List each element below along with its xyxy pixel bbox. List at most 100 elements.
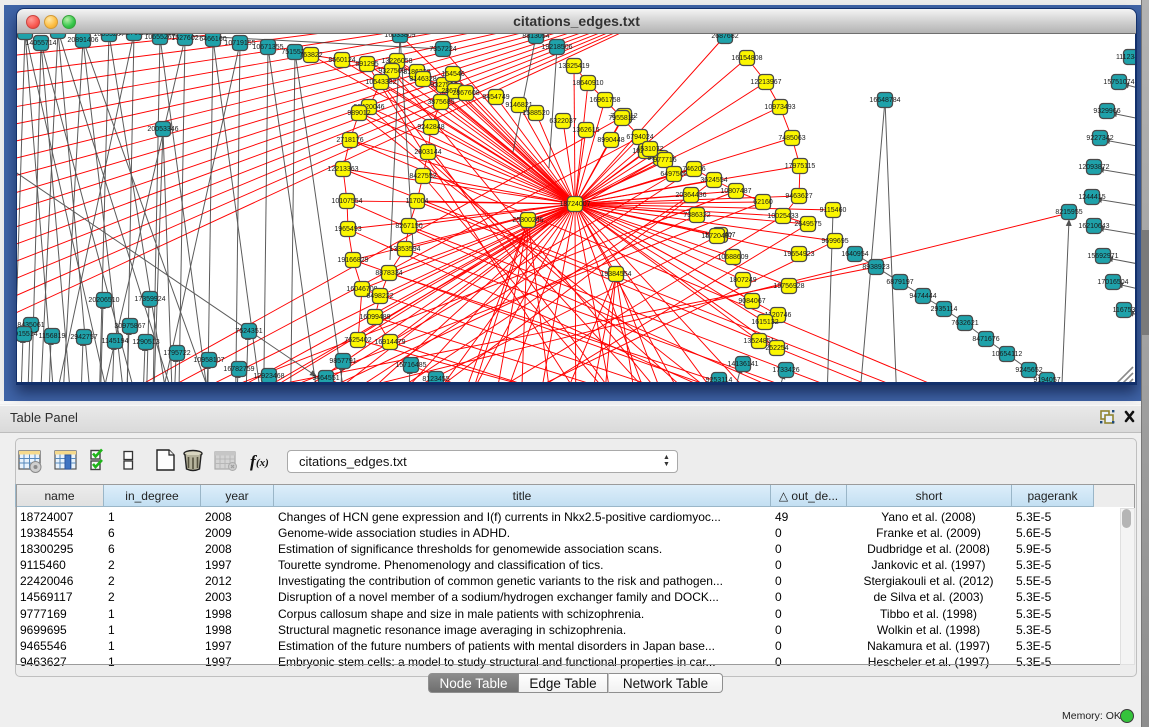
svg-text:6498222: 6498222 [366, 293, 393, 300]
svg-text:7632621: 7632621 [951, 320, 978, 327]
svg-text:8813054: 8813054 [522, 34, 549, 40]
svg-text:16648784: 16648784 [869, 97, 900, 104]
svg-text:117004: 117004 [406, 198, 429, 205]
svg-text:10107554: 10107554 [331, 198, 362, 205]
svg-text:8454749: 8454749 [482, 94, 509, 101]
svg-text:8660124: 8660124 [328, 57, 355, 64]
svg-text:8215955: 8215955 [1055, 209, 1082, 216]
svg-text:9464551: 9464551 [312, 375, 339, 382]
svg-text:2803144: 2803144 [414, 149, 441, 156]
svg-text:10688609: 10688609 [717, 254, 748, 261]
svg-text:13325419: 13325419 [558, 63, 589, 70]
svg-text:1733426: 1733426 [772, 367, 799, 374]
svg-text:10025433: 10025433 [767, 213, 798, 220]
svg-text:17359924: 17359924 [134, 296, 165, 303]
svg-text:989012: 989012 [347, 110, 370, 117]
svg-text:8878334: 8878334 [375, 270, 402, 277]
svg-text:19166829: 19166829 [337, 257, 368, 264]
svg-text:8267150: 8267150 [395, 223, 422, 230]
svg-text:11123456: 11123456 [1116, 54, 1135, 61]
svg-text:9253114: 9253114 [706, 377, 733, 382]
svg-text:9699695: 9699695 [821, 238, 848, 245]
svg-text:9329966: 9329966 [1093, 108, 1120, 115]
svg-text:1244415: 1244415 [1078, 194, 1105, 201]
svg-text:7357224: 7357224 [429, 46, 456, 53]
svg-text:8427552: 8427552 [409, 173, 436, 180]
svg-text:9474444: 9474444 [909, 293, 936, 300]
svg-text:3915514: 3915514 [17, 331, 38, 338]
svg-text:16961758: 16961758 [589, 97, 620, 104]
svg-text:2935114: 2935114 [931, 306, 958, 313]
svg-text:10654112: 10654112 [992, 351, 1023, 358]
svg-text:3875685: 3875685 [427, 99, 454, 106]
svg-text:746206: 746206 [682, 166, 705, 173]
svg-text:18640910: 18640910 [572, 80, 603, 87]
svg-text:9242848: 9242848 [417, 124, 444, 131]
svg-text:6322037: 6322037 [549, 118, 576, 125]
svg-text:2687682: 2687682 [711, 34, 738, 40]
svg-text:10719155: 10719155 [224, 40, 255, 47]
svg-text:16210643: 16210643 [1078, 223, 1109, 230]
svg-text:8123455: 8123455 [422, 376, 449, 382]
svg-text:19654923: 19654923 [783, 251, 814, 258]
svg-text:20206510: 20206510 [88, 297, 119, 304]
svg-text:6794024: 6794024 [626, 134, 653, 141]
svg-text:20991406: 20991406 [42, 34, 73, 35]
svg-text:12923468: 12923468 [253, 373, 284, 380]
svg-text:7386322: 7386322 [683, 212, 710, 219]
svg-text:4531072: 4531072 [636, 146, 663, 153]
svg-text:16099489: 16099489 [359, 314, 390, 321]
svg-text:7485063: 7485063 [778, 135, 805, 142]
svg-text:7625402: 7625402 [344, 337, 371, 344]
svg-text:6466160: 6466160 [199, 36, 226, 43]
svg-text:1290513: 1290513 [132, 339, 159, 346]
svg-text:154546: 154546 [441, 71, 464, 78]
svg-text:10973493: 10973493 [764, 104, 795, 111]
svg-text:15751074: 15751074 [1103, 79, 1134, 86]
svg-text:14055714: 14055714 [25, 40, 56, 47]
svg-text:16154808: 16154808 [731, 55, 762, 62]
svg-text:16914479: 16914479 [374, 339, 405, 346]
svg-text:12213363: 12213363 [327, 166, 358, 173]
svg-text:2649575: 2649575 [794, 221, 821, 228]
svg-text:12093872: 12093872 [1078, 164, 1109, 171]
svg-text:15720407: 15720407 [701, 233, 732, 240]
svg-text:9194057: 9194057 [1033, 377, 1060, 382]
svg-text:9084067: 9084067 [738, 298, 765, 305]
svg-text:9463627: 9463627 [785, 193, 812, 200]
svg-text:116753: 116753 [1113, 307, 1135, 314]
svg-text:9857791: 9857791 [329, 358, 356, 365]
svg-text:17016504: 17016504 [1097, 279, 1128, 286]
svg-text:9245652: 9245652 [1015, 367, 1042, 374]
svg-text:8938923: 8938923 [862, 264, 889, 271]
svg-text:14136141: 14136141 [727, 361, 758, 368]
svg-text:12213967: 12213967 [750, 79, 781, 86]
svg-text:2867608: 2867608 [452, 90, 479, 97]
svg-text:62160: 62160 [753, 199, 773, 206]
svg-text:9227342: 9227342 [1086, 135, 1113, 142]
svg-text:25300245: 25300245 [512, 217, 543, 224]
svg-text:1807249: 1807249 [729, 277, 756, 284]
svg-text:891295: 891295 [355, 61, 378, 68]
svg-text:3624554: 3624554 [700, 177, 727, 184]
svg-text:20364436: 20364436 [675, 192, 706, 199]
svg-text:19384554: 19384554 [600, 271, 631, 278]
svg-text:19218506: 19218506 [541, 44, 572, 51]
svg-text:1588520: 1588520 [522, 110, 549, 117]
svg-text:763822: 763822 [299, 52, 322, 59]
svg-text:8471676: 8471676 [972, 336, 999, 343]
svg-text:9115460: 9115460 [820, 207, 847, 214]
svg-text:20053346: 20053346 [147, 126, 178, 133]
svg-text:16033809: 16033809 [384, 34, 415, 39]
svg-text:7624351: 7624351 [235, 328, 262, 335]
svg-text:977716: 977716 [653, 157, 676, 164]
svg-text:10958107: 10958107 [193, 357, 224, 364]
svg-text:20891406: 20891406 [67, 37, 98, 44]
svg-text:10807487: 10807487 [720, 188, 751, 195]
svg-text:1362615: 1362615 [572, 127, 599, 134]
svg-text:2718176: 2718176 [336, 137, 363, 144]
svg-text:1795722: 1795722 [163, 350, 190, 357]
svg-text:1615132: 1615132 [751, 319, 778, 326]
svg-text:2942757: 2942757 [70, 334, 97, 341]
svg-text:10543382: 10543382 [365, 79, 396, 86]
